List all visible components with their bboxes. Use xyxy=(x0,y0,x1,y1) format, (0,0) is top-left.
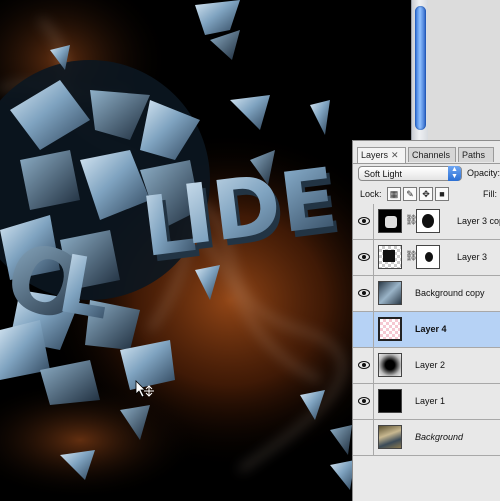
layer-thumbnail xyxy=(378,281,402,305)
layer-name: Background xyxy=(415,432,464,442)
layer-name: Layer 3 copy xyxy=(457,216,500,226)
tab-channels-label: Channels xyxy=(412,150,451,160)
tab-channels[interactable]: Channels xyxy=(408,147,456,162)
layers-panel: Layers ✕ Channels Paths Soft Light ▲ ▼ Opa… xyxy=(352,140,500,501)
visibility-toggle[interactable] xyxy=(354,240,374,275)
lock-position-icon[interactable]: ✥ xyxy=(419,187,433,201)
tab-layers-label: Layers xyxy=(361,150,389,160)
blend-mode-select[interactable]: Soft Light ▲ ▼ xyxy=(358,166,462,181)
scrollbar-thumb[interactable] xyxy=(415,6,426,130)
layer-name: Layer 2 xyxy=(415,360,446,370)
visibility-toggle[interactable] xyxy=(354,348,374,383)
layer-thumbnail xyxy=(378,353,402,377)
layer-thumbnail xyxy=(378,209,402,233)
layer-name: Layer 1 xyxy=(415,396,446,406)
visibility-toggle[interactable] xyxy=(354,204,374,239)
layer-row-selected[interactable]: Layer 4 xyxy=(353,312,500,348)
eye-icon xyxy=(358,289,370,297)
tab-layers[interactable]: Layers ✕ xyxy=(357,147,406,163)
layer-row[interactable]: Layer 2 xyxy=(353,348,500,384)
visibility-toggle[interactable] xyxy=(354,312,374,347)
blend-mode-value: Soft Light xyxy=(364,169,403,179)
eye-icon xyxy=(358,253,370,261)
svg-text:IDE: IDE xyxy=(177,151,342,264)
lock-transparent-icon[interactable]: ▦ xyxy=(387,187,401,201)
fill-label: Fill: xyxy=(483,189,497,199)
close-icon[interactable]: ✕ xyxy=(391,150,399,160)
window-background xyxy=(428,0,500,140)
layer-name: Layer 4 xyxy=(415,324,447,334)
layer-row[interactable]: Background copy xyxy=(353,276,500,312)
lock-label: Lock: xyxy=(360,189,382,199)
tab-paths[interactable]: Paths xyxy=(458,147,494,162)
layer-thumbnail xyxy=(378,317,402,341)
layer-thumbnail xyxy=(378,245,402,269)
visibility-toggle[interactable] xyxy=(354,384,374,419)
visibility-toggle[interactable] xyxy=(354,420,374,455)
chevron-updown-icon: ▲ ▼ xyxy=(448,166,461,181)
eye-icon xyxy=(358,217,370,225)
layer-row[interactable]: ⛓ Layer 3 copy xyxy=(353,204,500,240)
layer-row[interactable]: Background xyxy=(353,420,500,456)
layer-row[interactable]: Layer 1 xyxy=(353,384,500,420)
layer-name: Background copy xyxy=(415,288,485,298)
layer-name: Layer 3 xyxy=(457,252,488,262)
eye-icon xyxy=(358,361,370,369)
layer-thumbnail xyxy=(378,389,402,413)
lock-image-icon[interactable]: ✎ xyxy=(403,187,417,201)
opacity-label: Opacity: xyxy=(467,168,500,178)
layer-row[interactable]: ⛓ Layer 3 xyxy=(353,240,500,276)
layer-thumbnail xyxy=(378,425,402,449)
layer-mask-thumbnail xyxy=(416,209,440,233)
panel-tabs: Layers ✕ Channels Paths xyxy=(353,147,500,164)
visibility-toggle[interactable] xyxy=(354,276,374,311)
eye-icon xyxy=(358,397,370,405)
lock-all-icon[interactable]: ■ xyxy=(435,187,449,201)
tab-paths-label: Paths xyxy=(462,150,486,160)
layer-mask-thumbnail xyxy=(416,245,440,269)
